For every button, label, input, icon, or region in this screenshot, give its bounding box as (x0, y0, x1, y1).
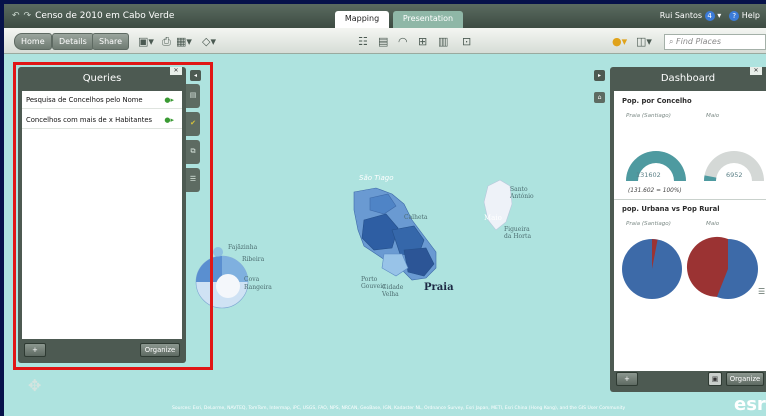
dashboard-home-icon[interactable]: ⌂ (594, 92, 605, 103)
map-label-calheta: Calheta (404, 214, 428, 221)
redo-icon[interactable]: ↷ (24, 11, 32, 21)
map-label-maio: Maio (484, 214, 502, 222)
pie-label-praia: Praia (Santiago) (626, 221, 671, 227)
highlight-box (13, 62, 213, 370)
list-view-icon[interactable]: ☰ (758, 287, 765, 296)
gauge-label-praia: Praia (Santiago) (626, 113, 671, 119)
pie-label-maio: Maio (706, 221, 720, 227)
eraser-icon[interactable]: ◇▾ (202, 35, 216, 48)
basemap-icon[interactable]: ◠ (398, 35, 408, 48)
map-label-rangeira: Rangeira (244, 284, 272, 291)
undo-icon[interactable]: ↶ (12, 11, 20, 21)
search-icon: ⌕ (669, 37, 674, 46)
notification-badge: 4 (704, 11, 715, 21)
chevron-down-icon: ▾ (717, 11, 722, 20)
dashboard-panel: Dashboard ✕ Pop. por Concelho Praia (San… (610, 67, 766, 392)
trash-icon[interactable]: ▣ (708, 372, 722, 386)
map-label-sao-tiago: São Tiago (359, 174, 394, 182)
pan-control-icon[interactable]: ✥ (28, 376, 41, 395)
map-label-ribeira: Ribeira (242, 256, 265, 263)
dashboard-body: Pop. por Concelho Praia (Santiago) Maio … (614, 91, 766, 371)
section-title-urban-rural: pop. Urbana vs Pop Rural (622, 205, 720, 213)
maio-island[interactable] (483, 179, 513, 231)
zoom-box-icon[interactable]: ⊡ (462, 35, 471, 48)
title-bar: ↶ ↷ Censo de 2010 em Cabo Verde Mapping … (4, 4, 766, 28)
tools-icon[interactable]: ●▾ (612, 35, 627, 48)
brava-island[interactable] (213, 247, 223, 257)
tab-mapping[interactable]: Mapping (335, 11, 389, 28)
user-menu[interactable]: Rui Santos 4 ▾ (660, 11, 721, 21)
legend-icon[interactable]: ▤ (378, 35, 388, 48)
details-button[interactable]: Details (52, 33, 94, 50)
esri-logo: esri (734, 394, 766, 415)
section-divider (614, 199, 766, 200)
user-name: Rui Santos (659, 11, 703, 20)
map-label-fajazinha: Fajãzinha (228, 244, 258, 251)
help-icon: ? (729, 11, 740, 21)
home-button[interactable]: Home (14, 33, 52, 50)
collapse-dashboard-icon[interactable]: ▸ (594, 70, 605, 81)
add-widget-button[interactable]: + (616, 372, 638, 386)
section-title-population: Pop. por Concelho (622, 97, 692, 105)
gauge-value-maio: 6952 (726, 171, 743, 179)
gauge-label-maio: Maio (706, 113, 720, 119)
map-label-figueira: Figueira da Horta (504, 226, 532, 240)
table-icon[interactable]: ▥ (438, 35, 448, 48)
map-label-cova: Cova (244, 276, 260, 283)
search-input[interactable]: ⌕ Find Places (664, 34, 766, 50)
title-bar-left: ↶ ↷ Censo de 2010 em Cabo Verde (12, 11, 174, 21)
measure-icon[interactable]: ⊞ (418, 35, 427, 48)
pie-maio[interactable] (686, 236, 758, 299)
grid-icon[interactable]: ▦▾ (176, 35, 192, 48)
gauge-value-praia: 131602 (636, 171, 661, 179)
map-label-santo-antonio: Santo António (510, 186, 534, 200)
bookmark-icon[interactable]: ◫▾ (636, 35, 652, 48)
santiago-island[interactable] (353, 187, 437, 281)
dashboard-organize-button[interactable]: Organize (726, 372, 764, 386)
tab-presentation[interactable]: Presentation (393, 11, 463, 28)
share-button[interactable]: Share (92, 33, 130, 50)
title-bar-right: Rui Santos 4 ▾ ? Help (660, 11, 760, 21)
map-label-cidade-velha: Cidade Velha (382, 284, 404, 298)
app-window: ↶ ↷ Censo de 2010 em Cabo Verde Mapping … (4, 4, 766, 416)
search-placeholder: Find Places (676, 37, 721, 46)
print-icon[interactable]: ⎙ (162, 35, 171, 49)
map-attribution: Sources: Esri, DeLorme, NAVTEQ, TomTom, … (172, 406, 626, 411)
save-icon[interactable]: ▣▾ (138, 35, 154, 48)
pie-praia[interactable] (622, 239, 682, 299)
pie-charts (622, 236, 758, 299)
help-label: Help (741, 11, 760, 20)
layers-icon[interactable]: ☷ (358, 35, 368, 48)
help-button[interactable]: ? Help (729, 11, 760, 21)
app-title: Censo de 2010 em Cabo Verde (35, 11, 175, 21)
close-icon[interactable]: ✕ (750, 67, 762, 75)
gauge-note: (131.602 = 100%) (628, 188, 682, 194)
map-label-praia: Praia (424, 282, 454, 293)
toolbar: Home Details Share ▣▾ ⎙ ▦▾ ◇▾ ☷ ▤ ◠ ⊞ ▥ … (4, 28, 766, 54)
dashboard-title: Dashboard (660, 73, 716, 84)
